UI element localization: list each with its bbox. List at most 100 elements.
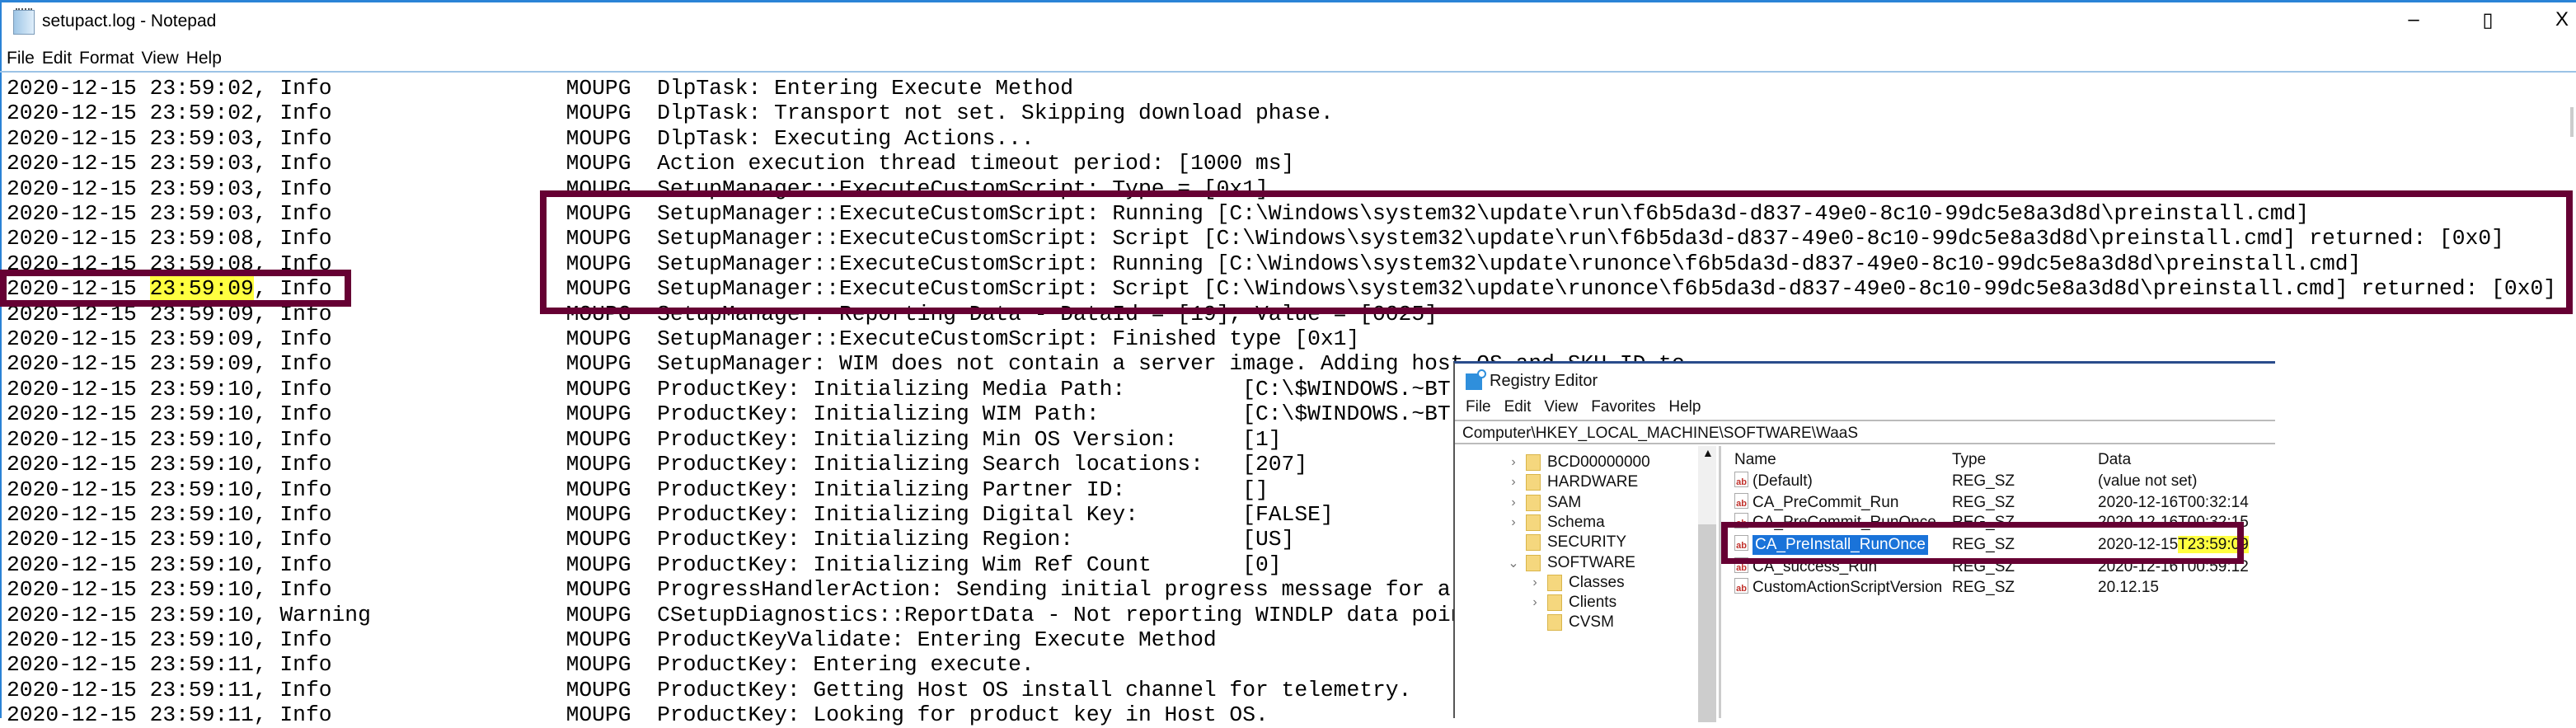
value-type: REG_SZ: [1952, 494, 2015, 511]
log-message: ProductKey: Initializing Digital Key: [F…: [657, 501, 1334, 527]
vertical-scrollbar[interactable]: [2570, 107, 2574, 137]
tree-item-label: SAM: [1547, 493, 1582, 511]
chevron-icon[interactable]: ›: [1506, 496, 1521, 510]
menu-edit[interactable]: Edit: [42, 49, 72, 68]
log-level: , Info: [253, 376, 566, 402]
annotation-box-timestamp: [0, 270, 351, 307]
tree-item[interactable]: › SAM: [1506, 493, 1581, 513]
log-level: , Info: [253, 76, 566, 101]
column-header-data[interactable]: Data: [2098, 451, 2131, 469]
menu-view[interactable]: View: [142, 49, 179, 68]
log-date: 2020-12-15: [7, 76, 150, 101]
log-level: , Info: [253, 652, 566, 678]
reg-menu-favorites[interactable]: Favorites: [1591, 398, 1655, 416]
log-message: ProductKey: Initializing Wim Ref Count […: [657, 552, 1282, 577]
log-time: 23:59:09: [149, 351, 254, 377]
string-value-icon: ab: [1734, 493, 1748, 509]
log-date: 2020-12-15: [7, 101, 150, 126]
log-level: , Info: [253, 125, 566, 151]
column-header-name[interactable]: Name: [1734, 451, 1776, 469]
chevron-icon[interactable]: ⌄: [1506, 555, 1521, 571]
log-source: MOUPG: [565, 376, 658, 402]
chevron-icon[interactable]: ›: [1506, 515, 1521, 530]
folder-icon: [1526, 534, 1541, 552]
log-time: 23:59:10: [149, 627, 254, 652]
log-source: MOUPG: [565, 652, 658, 678]
log-time: 23:59:03: [149, 151, 254, 176]
log-source: MOUPG: [565, 602, 658, 627]
log-time: 23:59:10: [149, 577, 254, 603]
chevron-icon[interactable]: ›: [1527, 575, 1542, 590]
tree-scrollbar[interactable]: ▲: [1698, 446, 1716, 722]
log-date: 2020-12-15: [7, 501, 150, 527]
chevron-icon[interactable]: ›: [1506, 455, 1521, 470]
log-source: MOUPG: [565, 702, 658, 728]
reg-menu-file[interactable]: File: [1466, 398, 1491, 416]
log-message: ProductKey: Initializing Region: [US]: [657, 527, 1295, 552]
menu-format[interactable]: Format: [79, 49, 134, 68]
log-date: 2020-12-15: [7, 402, 150, 427]
window-border: [0, 0, 2576, 2]
folder-icon: [1526, 474, 1541, 491]
log-date: 2020-12-15: [7, 376, 150, 402]
log-time: 23:59:09: [149, 326, 254, 352]
tree-item[interactable]: CVSM: [1527, 613, 1614, 632]
registry-title: Registry Editor: [1490, 372, 1598, 390]
log-message: ProductKey: Entering execute.: [657, 652, 1035, 678]
chevron-icon[interactable]: ›: [1527, 595, 1542, 610]
log-source: MOUPG: [565, 527, 658, 552]
log-date: 2020-12-15: [7, 351, 150, 377]
log-time: 23:59:03: [149, 176, 254, 201]
tree-item[interactable]: SECURITY: [1506, 533, 1626, 552]
reg-menu-help[interactable]: Help: [1668, 398, 1701, 416]
log-time: 23:59:08: [149, 226, 254, 251]
log-date: 2020-12-15: [7, 477, 150, 502]
log-line: 2020-12-15 23:59:02, Info MOUPG DlpTask:…: [7, 76, 2556, 101]
log-source: MOUPG: [565, 125, 658, 151]
column-header-type[interactable]: Type: [1952, 451, 1986, 469]
log-time: 23:59:10: [149, 527, 254, 552]
address-bar[interactable]: Computer\HKEY_LOCAL_MACHINE\SOFTWARE\Waa…: [1455, 420, 2275, 444]
tree-item[interactable]: ⌄ SOFTWARE: [1506, 553, 1635, 573]
log-line: 2020-12-15 23:59:03, Info MOUPG DlpTask:…: [7, 126, 2556, 151]
tree-item[interactable]: › Classes: [1527, 573, 1625, 593]
reg-menu-view[interactable]: View: [1544, 398, 1578, 416]
log-level: , Info: [253, 452, 566, 477]
log-source: MOUPG: [565, 351, 658, 377]
folder-icon: [1547, 614, 1562, 632]
reg-menu-edit[interactable]: Edit: [1504, 398, 1532, 416]
log-date: 2020-12-15: [7, 151, 150, 176]
menu-file[interactable]: File: [7, 49, 35, 68]
tree-item[interactable]: › BCD00000000: [1506, 453, 1650, 472]
log-source: MOUPG: [565, 477, 658, 502]
tree-item[interactable]: › Clients: [1527, 593, 1616, 613]
window-title: setupact.log - Notepad: [42, 12, 217, 31]
log-date: 2020-12-15: [7, 652, 150, 678]
menu-help[interactable]: Help: [186, 49, 222, 68]
log-level: , Info: [253, 501, 566, 527]
scroll-up-icon[interactable]: ▲: [1702, 446, 1714, 459]
log-source: MOUPG: [565, 76, 658, 101]
log-source: MOUPG: [565, 151, 658, 176]
chevron-icon[interactable]: ›: [1506, 475, 1521, 490]
registry-value-row[interactable]: ab (Default) REG_SZ (value not set): [1723, 472, 2275, 491]
menu-bar: File Edit Format View Help: [7, 49, 222, 68]
log-source: MOUPG: [565, 627, 658, 652]
log-date: 2020-12-15: [7, 602, 150, 627]
log-message: ProductKey: Getting Host OS install chan…: [657, 677, 1412, 702]
log-message: ProductKey: Initializing Min OS Version:…: [657, 426, 1282, 452]
tree-item[interactable]: › HARDWARE: [1506, 472, 1638, 492]
minimize-button[interactable]: –: [2397, 8, 2430, 31]
tree-item[interactable]: › Schema: [1506, 513, 1605, 533]
log-source: MOUPG: [565, 452, 658, 477]
registry-value-row[interactable]: ab CA_PreCommit_Run REG_SZ 2020-12-16T00:32…: [1723, 493, 2275, 513]
close-button[interactable]: X: [2546, 8, 2576, 31]
folder-icon: [1526, 454, 1541, 471]
value-data: (value not set): [2098, 472, 2198, 490]
log-message: ProductKeyValidate: Entering Execute Met…: [657, 627, 1217, 652]
folder-icon: [1526, 514, 1541, 531]
scroll-thumb[interactable]: [1698, 524, 1716, 722]
registry-value-row[interactable]: ab CustomActionScriptVersion REG_SZ 20.12.1…: [1723, 578, 2275, 598]
maximize-button[interactable]: ▯: [2471, 8, 2504, 32]
log-message: ProgressHandlerAction: Sending initial p…: [657, 577, 1451, 603]
